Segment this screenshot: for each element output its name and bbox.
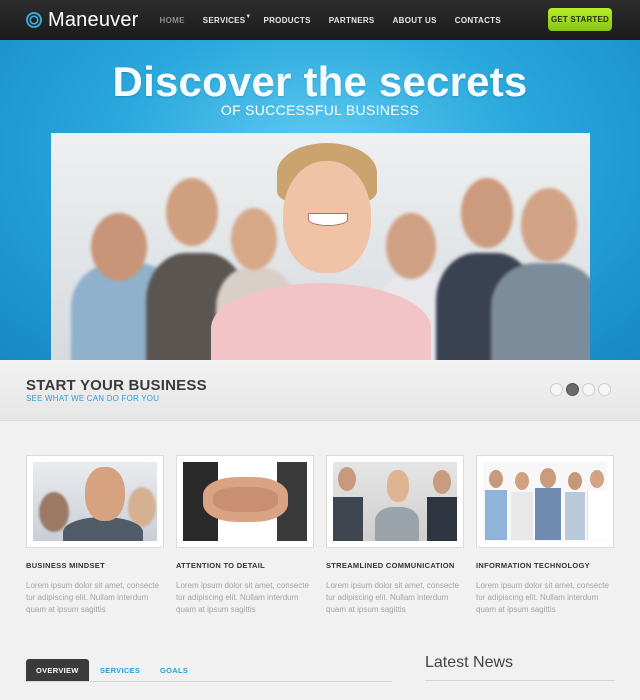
feature-image-1[interactable] [26,455,164,548]
feature-text: Lorem ipsum dolor sit amet, consecte tur… [26,581,159,614]
intro-band: START YOUR BUSINESS SEE WHAT WE CAN DO F… [0,360,640,421]
band-subtitle: SEE WHAT WE CAN DO FOR YOU [26,394,160,403]
nav-item-about-us[interactable]: ABOUT US [384,16,446,25]
feature-text: Lorem ipsum dolor sit amet, consecte tur… [476,581,609,614]
feature-title: STREAMLINED COMMUNICATION [326,561,455,570]
band-title: START YOUR BUSINESS [26,377,207,394]
top-navigation-bar: Maneuver HOME SERVICES ▼ PRODUCTS PARTNE… [0,0,640,40]
slider-dot-3[interactable] [582,383,595,396]
feature-information-technology: INFORMATION TECHNOLOGY Lorem ipsum dolor… [476,455,614,616]
slider-dot-2[interactable] [566,383,579,396]
feature-title: ATTENTION TO DETAIL [176,561,266,570]
feature-text: Lorem ipsum dolor sit amet, consecte tur… [176,581,309,614]
slider-pagination [550,383,611,396]
nav-item-home[interactable]: HOME [151,16,194,25]
news-divider [425,680,615,681]
tab-goals[interactable]: GOALS [160,659,188,681]
content-tabs: OVERVIEW SERVICES GOALS [26,659,392,682]
brand-name: Maneuver [48,8,139,31]
feature-image-4[interactable] [476,455,614,548]
chevron-down-icon: ▼ [245,13,252,20]
hero-team-photo [51,133,590,360]
feature-attention-to-detail: ATTENTION TO DETAIL Lorem ipsum dolor si… [176,455,314,616]
hero-title: Discover the secrets [112,58,528,105]
slider-dot-1[interactable] [550,383,563,396]
tab-overview[interactable]: OVERVIEW [26,659,89,681]
feature-business-mindset: BUSINESS MINDSET Lorem ipsum dolor sit a… [26,455,164,616]
slider-dot-4[interactable] [598,383,611,396]
main-nav: HOME SERVICES ▼ PRODUCTS PARTNERS ABOUT … [151,0,510,40]
hero-banner: Discover the secrets OF SUCCESSFUL BUSIN… [0,40,640,360]
feature-title: INFORMATION TECHNOLOGY [476,561,590,570]
main-person-smile [308,213,348,226]
feature-image-2[interactable] [176,455,314,548]
feature-image-3[interactable] [326,455,464,548]
feature-streamlined-communication: STREAMLINED COMMUNICATION Lorem ipsum do… [326,455,464,616]
nav-item-partners[interactable]: PARTNERS [320,16,384,25]
hero-subtitle: OF SUCCESSFUL BUSINESS [220,102,420,118]
feature-text: Lorem ipsum dolor sit amet, consecte tur… [326,581,459,614]
logo-rings-icon [26,12,42,28]
get-started-button[interactable]: GET STARTED [548,8,612,31]
nav-item-products[interactable]: PRODUCTS [254,16,319,25]
nav-item-contacts[interactable]: CONTACTS [446,16,510,25]
nav-item-services-label: SERVICES [202,15,246,25]
nav-item-services[interactable]: SERVICES ▼ [194,13,255,25]
tab-services[interactable]: SERVICES [100,659,140,681]
logo[interactable]: Maneuver [26,8,139,32]
feature-title: BUSINESS MINDSET [26,561,105,570]
latest-news-title: Latest News [425,654,514,671]
